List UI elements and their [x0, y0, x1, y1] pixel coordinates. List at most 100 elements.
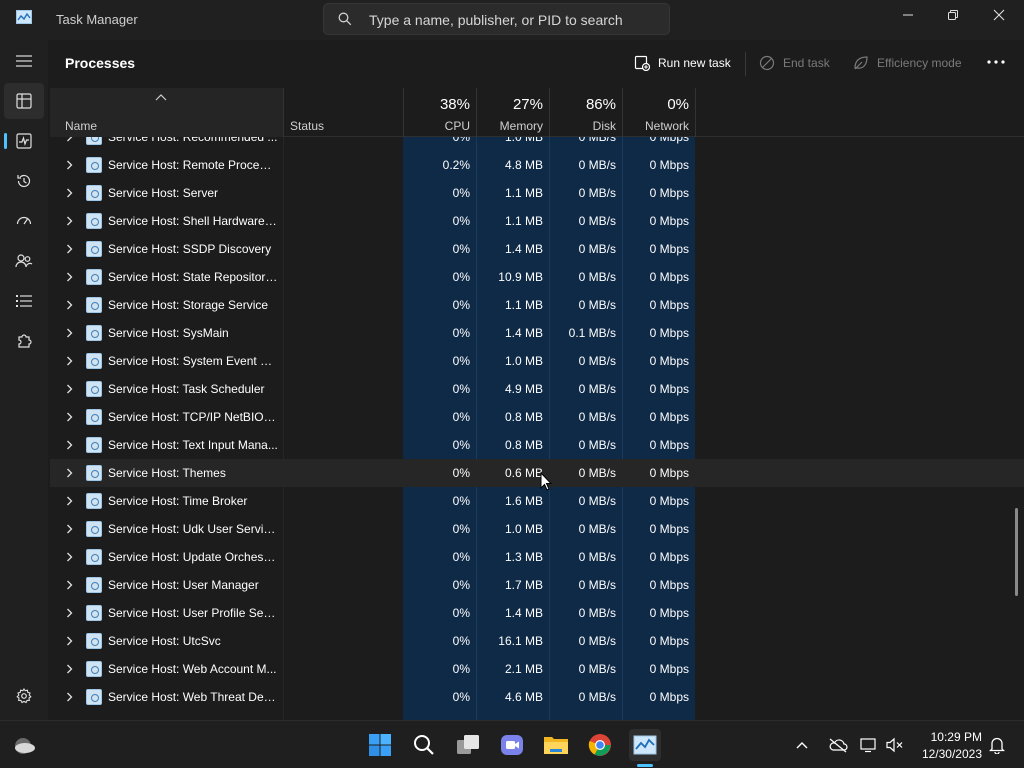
vertical-scrollbar-thumb[interactable] [1015, 508, 1018, 596]
end-task-label: End task [783, 56, 830, 70]
network-tray-button[interactable] [856, 729, 882, 761]
close-button[interactable] [976, 0, 1022, 30]
end-task-button[interactable]: End task [759, 48, 830, 78]
memory-total-percent[interactable]: 27% [483, 96, 543, 113]
chevron-right-icon[interactable] [66, 356, 73, 366]
chevron-right-icon[interactable] [66, 244, 73, 254]
start-button[interactable] [364, 729, 396, 761]
nav-processes[interactable] [4, 83, 44, 119]
column-separator[interactable] [549, 88, 550, 137]
column-header-cpu[interactable]: CPU [420, 119, 470, 133]
sort-ascending-icon[interactable] [155, 93, 167, 101]
onedrive-tray-button[interactable] [824, 729, 852, 761]
chevron-right-icon[interactable] [66, 524, 73, 534]
table-row[interactable]: Service Host: Task Scheduler 0% 4.9 MB 0 MB… [50, 375, 1024, 403]
process-cpu: 0% [452, 634, 470, 648]
chevron-right-icon[interactable] [66, 216, 73, 226]
table-row[interactable]: Service Host: Storage Service 0% 1.1 MB 0 M… [50, 291, 1024, 319]
table-row[interactable]: Service Host: Web Account M... 0% 2.1 MB 0 … [50, 655, 1024, 683]
table-row[interactable]: Service Host: TCP/IP NetBIOS ... 0% 0.8 MB… [50, 403, 1024, 431]
task-manager-taskbar-button[interactable] [629, 729, 661, 761]
column-separator[interactable] [283, 88, 284, 137]
chevron-right-icon[interactable] [66, 692, 73, 702]
table-row[interactable]: Service Host: Themes 0% 0.6 MB 0 MB/s 0 Mbps [50, 459, 1024, 487]
table-row[interactable]: Service Host: Time Broker 0% 1.6 MB 0 MB/s 0… [50, 487, 1024, 515]
widgets-button[interactable] [8, 729, 40, 761]
run-new-task-button[interactable]: Run new task [634, 48, 731, 78]
column-header-network[interactable]: Network [629, 119, 689, 133]
chevron-right-icon[interactable] [66, 440, 73, 450]
column-separator[interactable] [695, 88, 696, 137]
teams-chat-button[interactable] [496, 729, 528, 761]
chevron-right-icon[interactable] [66, 664, 73, 674]
table-row[interactable]: Service Host: State Repository ... 0% 10.9… [50, 263, 1024, 291]
table-row[interactable]: Service Host: Recommended ... 0% 1.0 MB 0 M… [50, 137, 1024, 151]
column-separator[interactable] [403, 88, 404, 137]
chevron-right-icon[interactable] [66, 188, 73, 198]
column-header-disk[interactable]: Disk [556, 119, 616, 133]
table-row[interactable]: Service Host: Server 0% 1.1 MB 0 MB/s 0 Mbps [50, 179, 1024, 207]
process-name: Service Host: SSDP Discovery [108, 242, 272, 256]
nav-users[interactable] [4, 243, 44, 279]
file-explorer-button[interactable] [540, 729, 572, 761]
column-separator[interactable] [622, 88, 623, 137]
show-hidden-icons-button[interactable] [790, 729, 814, 761]
service-host-icon [86, 549, 102, 565]
cpu-total-percent[interactable]: 38% [420, 96, 470, 113]
nav-details[interactable] [4, 283, 44, 319]
table-row[interactable]: Service Host: SSDP Discovery 0% 1.4 MB 0 MB… [50, 235, 1024, 263]
chevron-right-icon[interactable] [66, 300, 73, 310]
notifications-button[interactable] [984, 729, 1010, 761]
disk-total-percent[interactable]: 86% [556, 96, 616, 113]
chevron-right-icon[interactable] [66, 636, 73, 646]
taskbar-clock-date[interactable]: 12/30/2023 [916, 747, 982, 761]
nav-startup-apps[interactable] [4, 203, 44, 239]
chevron-right-icon[interactable] [66, 468, 73, 478]
hamburger-menu-button[interactable] [4, 43, 44, 79]
chevron-right-icon[interactable] [66, 272, 73, 282]
chevron-right-icon[interactable] [66, 137, 73, 142]
column-separator[interactable] [476, 88, 477, 137]
volume-tray-button[interactable] [882, 729, 908, 761]
column-header-memory[interactable]: Memory [483, 119, 543, 133]
chrome-button[interactable] [584, 729, 616, 761]
network-total-percent[interactable]: 0% [629, 96, 689, 113]
chevron-right-icon[interactable] [66, 608, 73, 618]
search-input[interactable] [369, 10, 659, 30]
table-row[interactable]: Service Host: Update Orchestr... 0% 1.3 MB… [50, 543, 1024, 571]
chevron-right-icon[interactable] [66, 384, 73, 394]
table-row[interactable]: Service Host: Web Threat Defe... 0% 4.6 MB… [50, 683, 1024, 711]
column-header-status[interactable]: Status [290, 119, 324, 133]
nav-performance[interactable] [4, 123, 44, 159]
table-row[interactable]: Service Host: SysMain 0% 1.4 MB 0.1 MB/s 0 M… [50, 319, 1024, 347]
taskbar-search-button[interactable] [408, 729, 440, 761]
table-row[interactable]: Service Host: System Event No... 0% 1.0 MB… [50, 347, 1024, 375]
search-box[interactable] [323, 3, 670, 35]
chevron-right-icon[interactable] [66, 496, 73, 506]
column-header-name[interactable]: Name [65, 119, 97, 133]
process-network: 0 Mbps [649, 270, 689, 284]
restore-button[interactable] [930, 0, 976, 30]
more-options-button[interactable] [984, 52, 1008, 72]
chevron-right-icon[interactable] [66, 580, 73, 590]
chevron-right-icon[interactable] [66, 412, 73, 422]
table-row[interactable]: Service Host: UtcSvc 0% 16.1 MB 0 MB/s 0 Mbp… [50, 627, 1024, 655]
nav-app-history[interactable] [4, 163, 44, 199]
taskbar-clock-time[interactable]: 10:29 PM [920, 730, 982, 744]
table-row[interactable]: Service Host: User Profile Servi... 0% 1.4… [50, 599, 1024, 627]
table-row[interactable]: Service Host: Shell Hardware ... 0% 1.1 MB… [50, 207, 1024, 235]
nav-services[interactable] [4, 323, 44, 359]
chevron-right-icon[interactable] [66, 552, 73, 562]
table-row[interactable]: Service Host: Remote Procedu... 0.2% 4.8 M… [50, 151, 1024, 179]
chevron-right-icon[interactable] [66, 328, 73, 338]
chevron-right-icon[interactable] [66, 160, 73, 170]
nav-settings[interactable] [4, 678, 44, 714]
minimize-button[interactable] [885, 0, 931, 30]
process-network: 0 Mbps [649, 606, 689, 620]
table-row[interactable]: Service Host: User Manager 0% 1.7 MB 0 MB/s… [50, 571, 1024, 599]
cloud-offline-icon [829, 738, 848, 753]
task-view-button[interactable] [452, 729, 484, 761]
table-row[interactable]: Service Host: Text Input Mana... 0% 0.8 MB… [50, 431, 1024, 459]
table-row[interactable]: Service Host: Udk User Service... 0% 1.0 M… [50, 515, 1024, 543]
efficiency-mode-button[interactable]: Efficiency mode [853, 48, 962, 78]
